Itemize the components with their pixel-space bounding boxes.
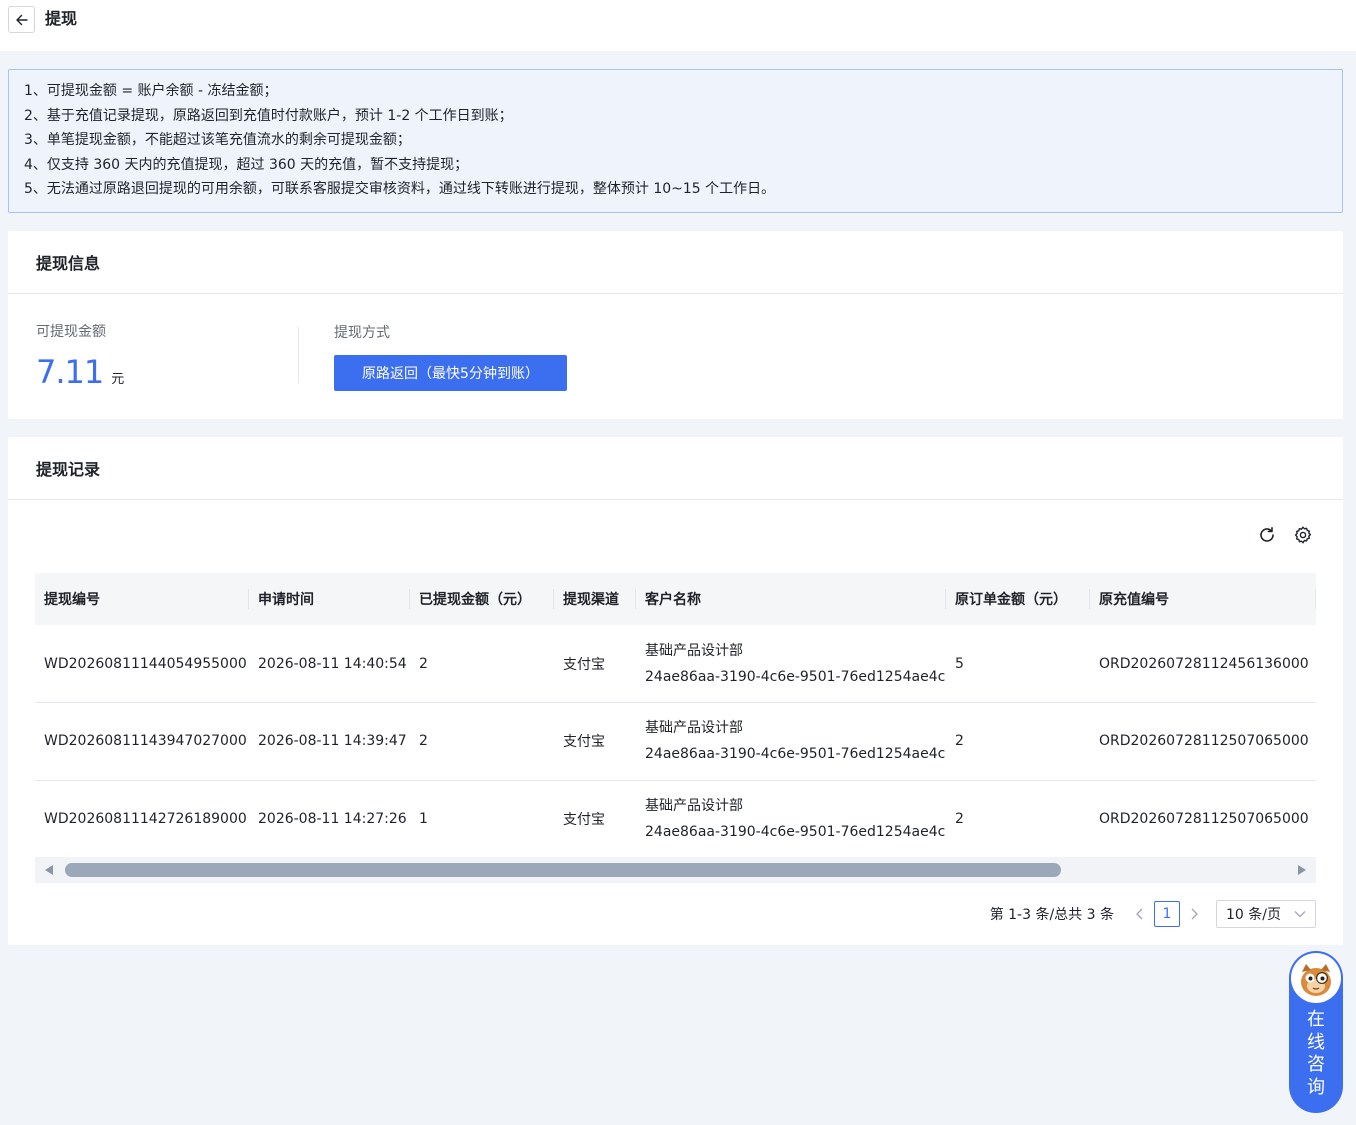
customer-id: 24ae86aa-3190-4c6e-9501-76ed1254ae4c bbox=[645, 668, 946, 685]
withdraw-id-cell: WD20260811143947027000 bbox=[35, 702, 249, 781]
recharge-id-cell: ORD20260728112456136000 bbox=[1090, 625, 1316, 703]
settings-button[interactable] bbox=[1293, 525, 1313, 545]
recharge-id-cell: ORD20260728112507065000 bbox=[1090, 780, 1316, 858]
online-consult-label: 在线咨询 bbox=[1307, 1009, 1325, 1098]
page-title: 提现 bbox=[45, 9, 78, 28]
column-header: 提现渠道 bbox=[554, 573, 636, 625]
page-size-select[interactable]: 10 条/页 bbox=[1216, 900, 1316, 928]
pagination: 第 1-3 条/总共 3 条 1 10 条/页 bbox=[990, 900, 1316, 928]
order-amount-cell: 5 bbox=[946, 625, 1090, 703]
column-header-label: 申请时间 bbox=[258, 592, 314, 608]
apply-time-cell: 2026-08-11 14:39:47 bbox=[249, 702, 410, 781]
available-amount-label: 可提现金额 bbox=[36, 324, 106, 340]
scrollbar-thumb[interactable] bbox=[65, 863, 1061, 877]
column-header-label: 原订单金额（元） bbox=[955, 592, 1067, 608]
table-tools bbox=[1257, 525, 1313, 545]
withdraw-info-title: 提现信息 bbox=[8, 231, 1343, 294]
column-header: 提现编号 bbox=[35, 573, 249, 625]
notice-line: 5、无法通过原路退回提现的可用余额，可联系客服提交审核资料，通过线下转账进行提现… bbox=[24, 181, 776, 198]
column-header: 原充值编号 bbox=[1090, 573, 1316, 625]
withdrawn-amount-cell: 1 bbox=[410, 780, 554, 858]
withdraw-records-title: 提现记录 bbox=[8, 437, 1343, 500]
order-amount-cell: 2 bbox=[946, 702, 1090, 781]
arrow-left-icon bbox=[15, 14, 28, 25]
divider bbox=[298, 327, 299, 383]
customer-cell: 基础产品设计部 24ae86aa-3190-4c6e-9501-76ed1254… bbox=[636, 625, 946, 703]
order-amount-cell: 2 bbox=[946, 780, 1090, 858]
recharge-id-cell: ORD20260728112507065000 bbox=[1090, 702, 1316, 781]
notice-line: 3、单笔提现金额，不能超过该笔充值流水的剩余可提现金额； bbox=[24, 132, 411, 149]
withdraw-records-card: 提现记录 提现编号 申请时间 已提现金额（元） 提现渠道 客户名称 原订单金额（… bbox=[8, 437, 1343, 945]
channel-cell: 支付宝 bbox=[554, 780, 636, 858]
customer-id: 24ae86aa-3190-4c6e-9501-76ed1254ae4c bbox=[645, 746, 946, 763]
customer-name: 基础产品设计部 bbox=[645, 797, 743, 814]
notice-line: 4、仅支持 360 天内的充值提现，超过 360 天的充值，暂不支持提现； bbox=[24, 156, 469, 173]
customer-id: 24ae86aa-3190-4c6e-9501-76ed1254ae4c bbox=[645, 823, 946, 840]
column-header-label: 客户名称 bbox=[645, 592, 701, 608]
withdraw-method: 提现方式 原路返回（最快5分钟到账） bbox=[334, 323, 567, 391]
scroll-left-icon[interactable] bbox=[45, 865, 53, 875]
channel-cell: 支付宝 bbox=[554, 702, 636, 781]
page-size-value: 10 条/页 bbox=[1226, 907, 1281, 923]
customer-cell: 基础产品设计部 24ae86aa-3190-4c6e-9501-76ed1254… bbox=[636, 702, 946, 781]
horizontal-scrollbar[interactable] bbox=[35, 857, 1316, 883]
mascot-icon bbox=[1301, 964, 1331, 996]
chevron-right-icon bbox=[1191, 908, 1198, 920]
apply-time-cell: 2026-08-11 14:40:54 bbox=[249, 625, 410, 703]
gear-icon bbox=[1294, 526, 1312, 544]
amount-row: 7.11 元 bbox=[36, 354, 124, 390]
customer-cell: 基础产品设计部 24ae86aa-3190-4c6e-9501-76ed1254… bbox=[636, 780, 946, 858]
refresh-button[interactable] bbox=[1257, 525, 1277, 545]
top-bar: 提现 bbox=[0, 0, 1356, 51]
table-row: WD20260811143947027000 2026-08-11 14:39:… bbox=[35, 702, 1316, 781]
withdraw-method-label: 提现方式 bbox=[334, 325, 390, 341]
available-amount-value: 7.11 bbox=[36, 353, 104, 391]
table-header-row: 提现编号 申请时间 已提现金额（元） 提现渠道 客户名称 原订单金额（元） 原充… bbox=[35, 573, 1316, 625]
chevron-down-icon bbox=[1294, 911, 1306, 918]
column-header-label: 提现编号 bbox=[44, 592, 100, 608]
back-button[interactable] bbox=[8, 6, 35, 33]
prev-page-button[interactable] bbox=[1132, 906, 1148, 922]
withdraw-id-cell: WD20260811142726189000 bbox=[35, 780, 249, 858]
column-header: 客户名称 bbox=[636, 573, 946, 625]
notice-line: 2、基于充值记录提现，原路返回到充值时付款账户，预计 1-2 个工作日到账； bbox=[24, 107, 513, 124]
available-amount: 可提现金额 7.11 元 bbox=[36, 322, 124, 390]
notice-box: 1、可提现金额 = 账户余额 - 冻结金额； 2、基于充值记录提现，原路返回到充… bbox=[8, 69, 1343, 213]
column-header: 原订单金额（元） bbox=[946, 573, 1090, 625]
column-header: 已提现金额（元） bbox=[410, 573, 554, 625]
online-consult-button[interactable]: 在线咨询 bbox=[1289, 951, 1343, 1113]
withdrawn-amount-cell: 2 bbox=[410, 625, 554, 703]
original-route-return-button[interactable]: 原路返回（最快5分钟到账） bbox=[334, 355, 567, 391]
column-header: 申请时间 bbox=[249, 573, 410, 625]
withdraw-info-card: 提现信息 可提现金额 7.11 元 提现方式 原路返回（最快5分钟到账） bbox=[8, 231, 1343, 419]
column-header-label: 原充值编号 bbox=[1099, 592, 1169, 608]
mascot-avatar bbox=[1291, 953, 1341, 1003]
table-row: WD20260811144054955000 2026-08-11 14:40:… bbox=[35, 625, 1316, 703]
pagination-total: 第 1-3 条/总共 3 条 bbox=[989, 907, 1114, 923]
column-header-label: 提现渠道 bbox=[563, 592, 619, 608]
amount-unit: 元 bbox=[111, 372, 125, 387]
customer-name: 基础产品设计部 bbox=[645, 642, 743, 659]
withdraw-id-cell: WD20260811144054955000 bbox=[35, 625, 249, 703]
channel-cell: 支付宝 bbox=[554, 625, 636, 703]
apply-time-cell: 2026-08-11 14:27:26 bbox=[249, 780, 410, 858]
next-page-button[interactable] bbox=[1186, 906, 1202, 922]
notice-line: 1、可提现金额 = 账户余额 - 冻结金额； bbox=[24, 83, 278, 99]
withdrawn-amount-cell: 2 bbox=[410, 702, 554, 781]
scroll-right-icon[interactable] bbox=[1298, 865, 1306, 875]
chevron-left-icon bbox=[1136, 908, 1143, 920]
table-row: WD20260811142726189000 2026-08-11 14:27:… bbox=[35, 780, 1316, 858]
customer-name: 基础产品设计部 bbox=[645, 720, 743, 737]
column-header-label: 已提现金额（元） bbox=[419, 592, 531, 608]
refresh-icon bbox=[1260, 527, 1274, 542]
page-number-button[interactable]: 1 bbox=[1154, 901, 1180, 927]
records-table: 提现编号 申请时间 已提现金额（元） 提现渠道 客户名称 原订单金额（元） 原充… bbox=[35, 573, 1316, 883]
